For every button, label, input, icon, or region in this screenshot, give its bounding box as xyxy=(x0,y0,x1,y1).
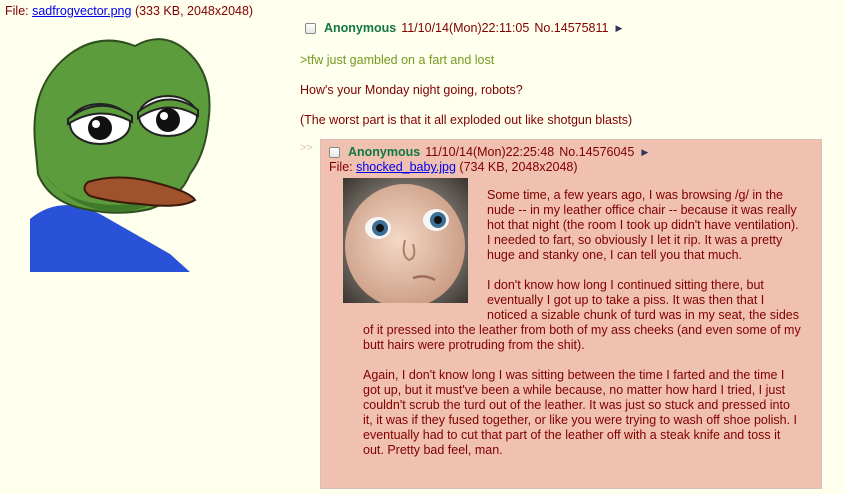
op-post-header: Anonymous 11/10/14(Mon)22:11:05 No.14575… xyxy=(305,21,622,35)
reply-post-checkbox[interactable] xyxy=(329,146,340,158)
reply-post-number[interactable]: No.14576045 xyxy=(559,145,634,159)
op-post-message: >tfw just gambled on a fart and lost How… xyxy=(300,52,680,142)
frog-shirt xyxy=(30,205,190,272)
reply-file-info: File: shocked_baby.jpg (734 KB, 2048x204… xyxy=(329,160,578,174)
reply-post-datetime: 11/10/14(Mon)22:25:48 xyxy=(425,145,555,159)
op-file-meta: (333 KB, 2048x2048) xyxy=(131,4,254,18)
reply-post-message: Some time, a few years ago, I was browsi… xyxy=(363,188,803,473)
op-post-checkbox[interactable] xyxy=(305,22,316,34)
op-file-info: File: sadfrogvector.png (333 KB, 2048x20… xyxy=(5,4,253,18)
op-thumbnail-sad-frog[interactable] xyxy=(30,24,215,272)
reply-post: Anonymous 11/10/14(Mon)22:25:48 No.14576… xyxy=(320,139,822,489)
reply-indicator: >> xyxy=(300,142,313,154)
reply-file-link[interactable]: shocked_baby.jpg xyxy=(356,160,456,174)
op-post-menu-arrow-icon[interactable]: ▶ xyxy=(615,23,622,34)
reply-poster-name: Anonymous xyxy=(348,145,421,159)
op-poster-name: Anonymous xyxy=(324,21,397,35)
op-file-link[interactable]: sadfrogvector.png xyxy=(32,4,131,18)
reply-post-menu-arrow-icon[interactable]: ▶ xyxy=(641,147,648,158)
op-message-line-1: How's your Monday night going, robots? xyxy=(300,83,523,97)
frog-left-pupil xyxy=(88,116,112,140)
frog-left-eye-shine xyxy=(92,120,100,128)
reply-file-meta: (734 KB, 2048x2048) xyxy=(455,160,578,174)
op-post-number[interactable]: No.14575811 xyxy=(534,21,608,35)
op-file-label: File: xyxy=(5,4,33,18)
op-post-datetime: 11/10/14(Mon)22:11:05 xyxy=(401,21,530,35)
reply-thumbnail-spacer xyxy=(363,188,487,310)
reply-post-header: Anonymous 11/10/14(Mon)22:25:48 No.14576… xyxy=(329,145,648,159)
op-message-line-2: (The worst part is that it all exploded … xyxy=(300,113,633,127)
op-greentext: >tfw just gambled on a fart and lost xyxy=(300,53,495,67)
reply-file-label: File: xyxy=(329,160,357,174)
frog-right-pupil xyxy=(156,108,180,132)
frog-right-eye-shine xyxy=(160,112,168,120)
reply-paragraph-3: Again, I don't know long I was sitting b… xyxy=(363,368,798,457)
